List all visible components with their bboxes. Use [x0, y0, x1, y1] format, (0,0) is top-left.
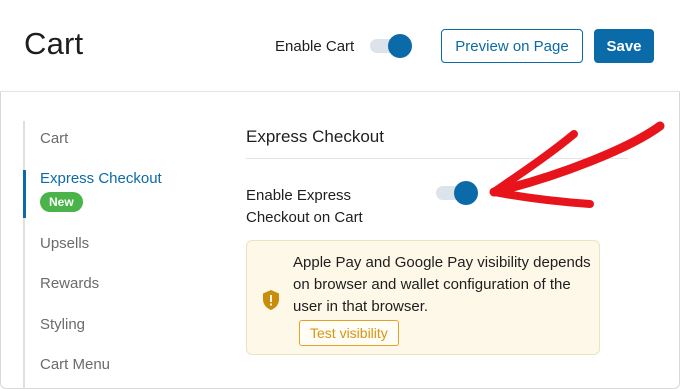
- new-badge: New: [40, 192, 83, 212]
- visibility-notice: Apple Pay and Google Pay visibility depe…: [246, 240, 600, 355]
- sidebar-item-express-checkout[interactable]: Express Checkout New: [23, 170, 203, 218]
- toggle-knob: [454, 181, 478, 205]
- page-header: Cart Enable Cart Preview on Page Save: [0, 0, 680, 92]
- enable-cart-label: Enable Cart: [275, 38, 355, 55]
- section-title: Express Checkout: [246, 127, 384, 146]
- sidebar-item-cart[interactable]: Cart: [25, 130, 205, 147]
- sidebar-item-label: Express Checkout: [40, 170, 162, 187]
- express-checkout-label: Enable Express Checkout on Cart: [246, 187, 363, 226]
- express-checkout-toggle[interactable]: [436, 181, 478, 205]
- enable-cart-toggle[interactable]: [370, 34, 412, 58]
- shield-icon: [263, 290, 279, 310]
- sidebar-item-upsells[interactable]: Upsells: [25, 235, 205, 252]
- sidebar-item-rewards[interactable]: Rewards: [25, 275, 205, 292]
- notice-text: Apple Pay and Google Pay visibility depe…: [293, 254, 591, 315]
- toggle-knob: [388, 34, 412, 58]
- save-button[interactable]: Save: [594, 29, 654, 63]
- settings-sidebar: Cart Express Checkout New Upsells Reward…: [23, 121, 203, 389]
- test-visibility-button[interactable]: Test visibility: [299, 320, 399, 346]
- preview-on-page-button[interactable]: Preview on Page: [441, 29, 583, 63]
- sidebar-item-cart-menu[interactable]: Cart Menu: [25, 356, 205, 373]
- annotation-arrow-icon: [489, 121, 665, 208]
- page-title: Cart: [24, 26, 84, 61]
- sidebar-item-styling[interactable]: Styling: [25, 316, 205, 333]
